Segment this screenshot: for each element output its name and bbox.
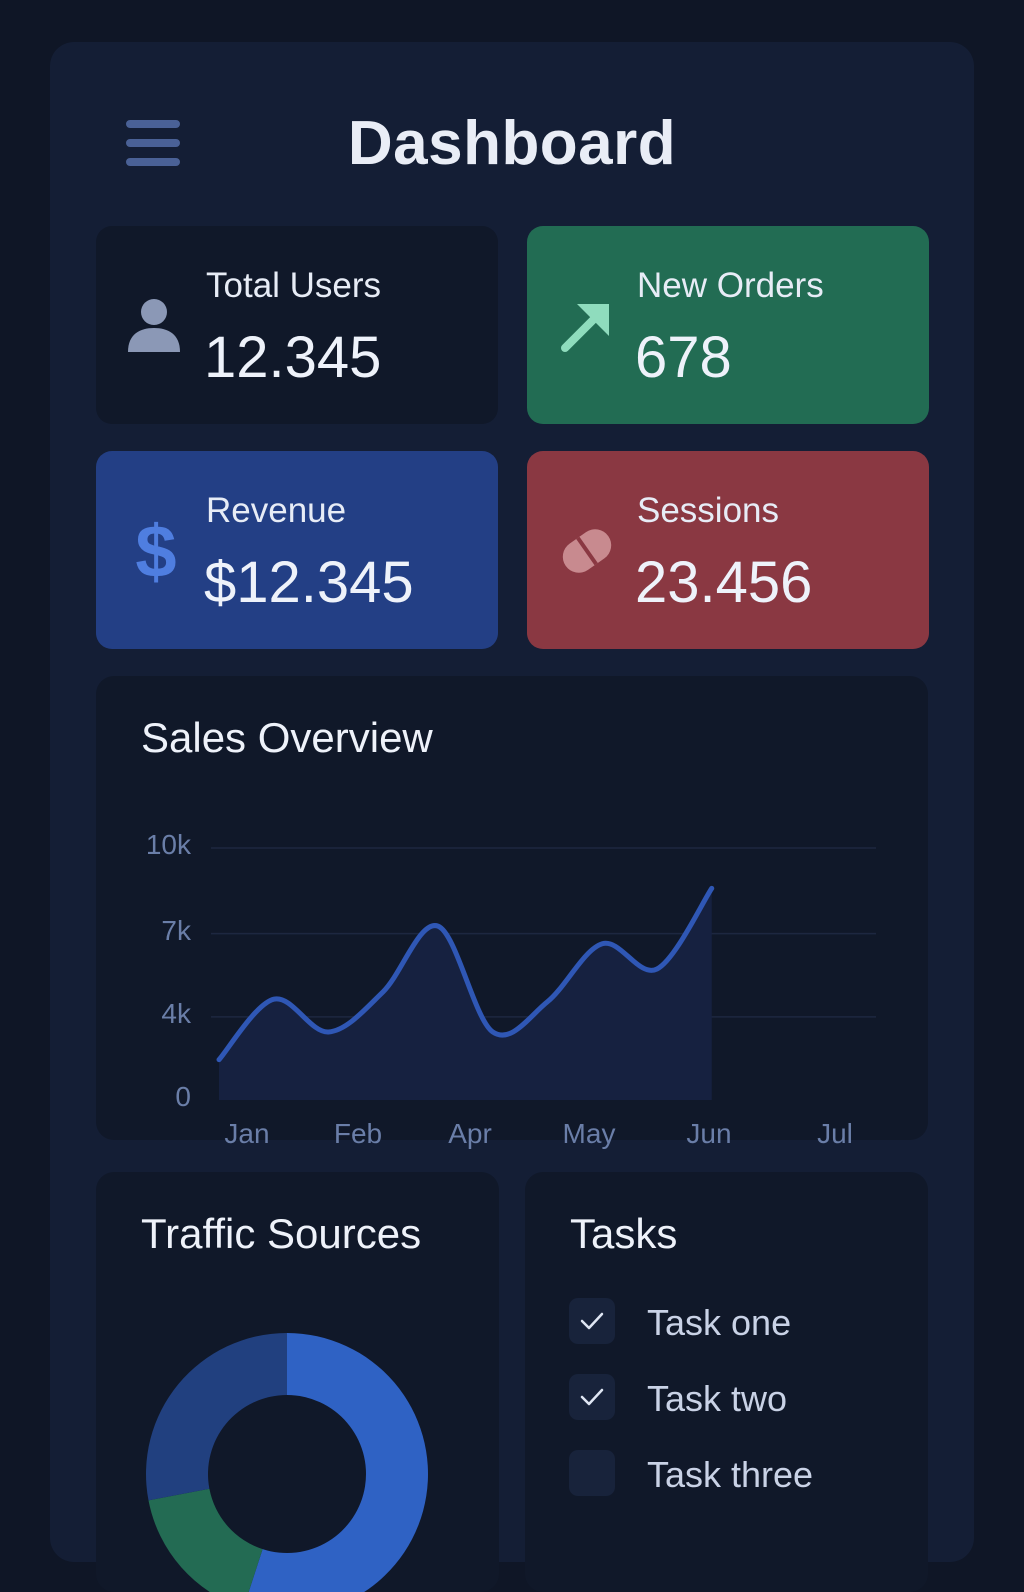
task-checkbox[interactable]	[569, 1298, 615, 1344]
stat-card-revenue[interactable]: $ Revenue $12.345	[96, 451, 498, 649]
arrow-up-right-icon	[555, 290, 619, 360]
donut-slice[interactable]	[148, 1489, 262, 1592]
svg-text:$: $	[135, 515, 176, 585]
task-label: Task two	[647, 1378, 787, 1420]
checkmark-icon	[579, 1386, 605, 1408]
task-checkbox[interactable]	[569, 1374, 615, 1420]
stat-card-sessions[interactable]: Sessions 23.456	[527, 451, 929, 649]
dollar-icon: $	[124, 515, 188, 585]
stat-label: Revenue	[206, 491, 346, 531]
tasks-title: Tasks	[570, 1210, 677, 1258]
y-tick-label: 0	[131, 1081, 191, 1113]
x-tick-label: Jun	[669, 1118, 749, 1150]
user-icon	[124, 290, 188, 360]
traffic-sources-panel: Traffic Sources	[96, 1172, 499, 1592]
task-label: Task three	[647, 1454, 813, 1496]
stat-value: $12.345	[204, 549, 414, 616]
stat-label: Total Users	[206, 266, 381, 306]
task-label: Task one	[647, 1302, 791, 1344]
stat-value: 12.345	[204, 324, 381, 391]
y-tick-label: 10k	[131, 829, 191, 861]
task-item[interactable]: Task three	[569, 1450, 909, 1500]
x-tick-label: Apr	[430, 1118, 510, 1150]
x-tick-label: May	[549, 1118, 629, 1150]
y-tick-label: 7k	[131, 915, 191, 947]
x-tick-label: Feb	[318, 1118, 398, 1150]
stat-card-new-orders[interactable]: New Orders 678	[527, 226, 929, 424]
stat-label: New Orders	[637, 266, 824, 306]
header: Dashboard	[50, 42, 974, 222]
sales-area-fill	[219, 888, 712, 1100]
stat-value: 23.456	[635, 549, 812, 616]
donut-slice[interactable]	[146, 1333, 287, 1500]
task-checkbox[interactable]	[569, 1450, 615, 1496]
checkmark-icon	[579, 1310, 605, 1332]
task-item[interactable]: Task one	[569, 1298, 909, 1348]
stat-value: 678	[635, 324, 732, 391]
page-title: Dashboard	[50, 108, 974, 179]
sales-line-chart	[96, 676, 928, 1140]
y-tick-label: 4k	[131, 998, 191, 1030]
traffic-donut-chart	[96, 1172, 499, 1592]
sales-overview-panel: Sales Overview 10k7k4k0 JanFebAprMayJunJ…	[96, 676, 928, 1140]
dashboard-app: Dashboard Total Users 12.345 New Orders …	[50, 42, 974, 1562]
stat-label: Sessions	[637, 491, 779, 531]
x-tick-label: Jul	[795, 1118, 875, 1150]
x-tick-label: Jan	[207, 1118, 287, 1150]
task-item[interactable]: Task two	[569, 1374, 909, 1424]
stat-card-total-users[interactable]: Total Users 12.345	[96, 226, 498, 424]
tasks-panel: Tasks Task one Task two Task	[525, 1172, 928, 1592]
pill-icon	[555, 515, 619, 585]
